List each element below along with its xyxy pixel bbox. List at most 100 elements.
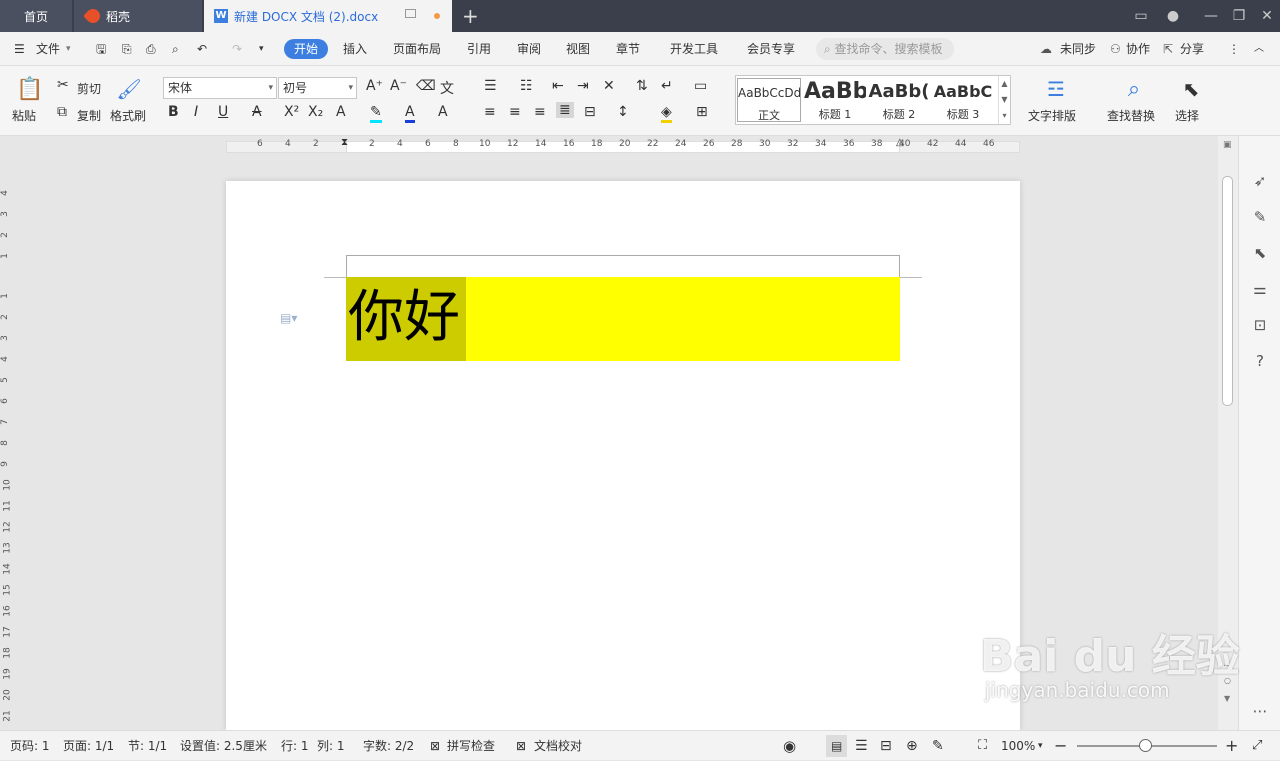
reading-view-icon[interactable]: ⊟ — [880, 731, 892, 761]
print-preview-icon[interactable]: ⌕ — [172, 32, 179, 66]
status-word-count[interactable]: 字数: 2/2 — [363, 731, 414, 761]
tab-references[interactable]: 引用 — [467, 32, 491, 66]
collab-button[interactable]: 协作 — [1126, 32, 1150, 66]
write-mode-icon[interactable]: ✎ — [932, 731, 944, 761]
spell-check-button[interactable]: 拼写检查 — [447, 731, 495, 761]
zoom-out-icon[interactable]: − — [1054, 731, 1067, 761]
paste-icon[interactable]: 📋 — [16, 76, 44, 102]
font-color-icon[interactable]: A — [405, 104, 415, 123]
close-icon[interactable]: ✕ — [1252, 0, 1280, 32]
text-layout-button[interactable]: 文字排版 — [1028, 107, 1076, 124]
vertical-ruler[interactable]: 4 3 2 1 1 2 3 4 5 6 7 8 9 10 11 12 13 14… — [0, 156, 16, 730]
pen-icon[interactable]: ✎ — [1251, 208, 1269, 226]
bold-icon[interactable]: B — [168, 104, 179, 120]
first-line-indent-marker[interactable]: ⧗ — [341, 137, 348, 148]
increase-indent-icon[interactable]: ⇥ — [577, 78, 589, 94]
align-right-icon[interactable]: ≡ — [534, 104, 546, 120]
tab-page-layout[interactable]: 页面布局 — [393, 32, 441, 66]
subscript-icon[interactable]: X₂ — [308, 104, 323, 120]
outline-view-icon[interactable]: ☰ — [855, 731, 868, 761]
inbox-icon[interactable]: ⊡ — [1251, 316, 1269, 334]
tab-daoke[interactable]: 稻壳 — [74, 0, 202, 32]
cut-button[interactable]: 剪切 — [77, 80, 101, 97]
restore-icon[interactable]: ❐ — [1224, 0, 1254, 32]
status-section[interactable]: 节: 1/1 — [128, 731, 167, 761]
doc-check-button[interactable]: 文档校对 — [534, 731, 582, 761]
font-name-select[interactable]: 宋体 — [163, 77, 277, 99]
tab-review[interactable]: 审阅 — [517, 32, 541, 66]
tab-start[interactable]: 开始 — [284, 39, 329, 59]
font-size-select[interactable]: 初号 — [278, 77, 357, 99]
text-layout-icon[interactable]: ☲ — [1043, 76, 1069, 102]
select-button[interactable]: 选择 — [1175, 107, 1199, 124]
tab-developer[interactable]: 开发工具 — [670, 32, 718, 66]
justify-icon[interactable]: ≣ — [556, 102, 574, 118]
zoom-in-icon[interactable]: + — [1225, 731, 1238, 761]
screen-icon[interactable] — [405, 9, 416, 18]
paragraph-handle-icon[interactable]: ▤▾ — [280, 311, 297, 325]
save-icon[interactable]: 🖫 — [96, 32, 106, 66]
chevron-down-icon[interactable]: ▾ — [66, 32, 71, 66]
format-painter-button[interactable]: 格式刷 — [110, 107, 146, 124]
superscript-icon[interactable]: X² — [284, 104, 299, 120]
hamburger-icon[interactable]: ☰ — [14, 32, 25, 66]
style-heading3[interactable]: AaBbC 标题 3 — [932, 78, 994, 122]
find-replace-icon[interactable]: ⌕ — [1121, 76, 1147, 102]
grow-font-icon[interactable]: A⁺ — [366, 78, 383, 94]
copy-button[interactable]: 复制 — [77, 107, 101, 124]
status-setting[interactable]: 设置值: 2.5厘米 — [180, 731, 267, 761]
tab-section[interactable]: 章节 — [616, 32, 640, 66]
more-icon[interactable]: ⋯ — [1251, 702, 1269, 720]
web-view-icon[interactable]: ⊕ — [906, 731, 918, 761]
find-replace-button[interactable]: 查找替换 — [1107, 107, 1155, 124]
tab-document[interactable]: W 新建 DOCX 文档 (2).docx — [204, 0, 452, 32]
document-page[interactable]: 你好 ▤▾ — [226, 181, 1020, 730]
show-marks-icon[interactable]: ↵ — [661, 78, 673, 94]
status-row[interactable]: 行: 1 — [281, 731, 309, 761]
menu-file[interactable]: 文件 — [36, 32, 60, 66]
quick-access-more-icon[interactable]: ▾ — [259, 32, 264, 66]
tab-member[interactable]: 会员专享 — [747, 32, 795, 66]
format-painter-icon[interactable]: 🖌 — [116, 76, 141, 102]
strikethrough-icon[interactable]: A — [252, 104, 262, 120]
rocket-icon[interactable]: ➶ — [1251, 172, 1269, 190]
shading-icon[interactable]: ◈ — [661, 104, 672, 123]
next-page-icon[interactable]: ▼ — [1224, 694, 1230, 703]
phonetic-guide-icon[interactable]: 文 — [440, 78, 454, 98]
fit-page-icon[interactable]: ⛶ — [978, 731, 987, 761]
style-gallery-scroll-icon[interactable]: ▲ ▼ ▾ — [998, 76, 1010, 124]
char-border-icon[interactable]: A — [438, 104, 448, 120]
table-tools-icon[interactable]: ▭ — [694, 78, 707, 94]
style-heading1[interactable]: AaBb 标题 1 — [804, 78, 866, 122]
header-area[interactable] — [346, 255, 900, 277]
fullscreen-icon[interactable]: ⤢ — [1252, 731, 1262, 761]
share-button[interactable]: 分享 — [1180, 32, 1204, 66]
italic-icon[interactable]: I — [194, 104, 198, 120]
body-text[interactable]: 你好 — [348, 284, 460, 352]
help-icon[interactable]: ? — [1251, 352, 1269, 370]
borders-icon[interactable]: ⊞ — [696, 104, 708, 120]
new-tab-button[interactable]: + — [462, 4, 479, 28]
style-normal[interactable]: AaBbCcDd 正文 — [737, 78, 801, 122]
status-page-number[interactable]: 页码: 1 — [10, 731, 50, 761]
pointer-icon[interactable]: ⬉ — [1251, 244, 1269, 262]
tab-home[interactable]: 首页 — [0, 0, 72, 32]
align-left-icon[interactable]: ≡ — [484, 104, 496, 120]
underline-icon[interactable]: U — [218, 104, 228, 120]
redo-icon[interactable]: ↷ — [232, 32, 242, 66]
status-col[interactable]: 列: 1 — [317, 731, 345, 761]
style-heading2[interactable]: AaBb(标题 2 — [868, 78, 930, 122]
avatar[interactable]: ● — [1158, 0, 1188, 32]
window-count-icon[interactable]: ▭ — [1126, 0, 1156, 32]
bullet-list-icon[interactable]: ☰ — [484, 78, 497, 94]
clear-format-icon[interactable]: ⌫ — [416, 78, 436, 94]
chinese-layout-icon[interactable]: ✕ — [603, 78, 615, 94]
tab-insert[interactable]: 插入 — [343, 32, 367, 66]
unsync-button[interactable]: 未同步 — [1060, 32, 1096, 66]
command-search-input[interactable]: ⌕ 查找命令、搜索模板 — [816, 38, 954, 60]
export-pdf-icon[interactable]: ⎘ — [122, 32, 132, 66]
page-view-icon[interactable]: ▤ — [826, 735, 848, 757]
collapse-ribbon-icon[interactable]: ︿ — [1254, 32, 1264, 66]
sliders-icon[interactable]: ⚌ — [1251, 280, 1269, 298]
text-effect-icon[interactable]: A — [336, 104, 346, 120]
